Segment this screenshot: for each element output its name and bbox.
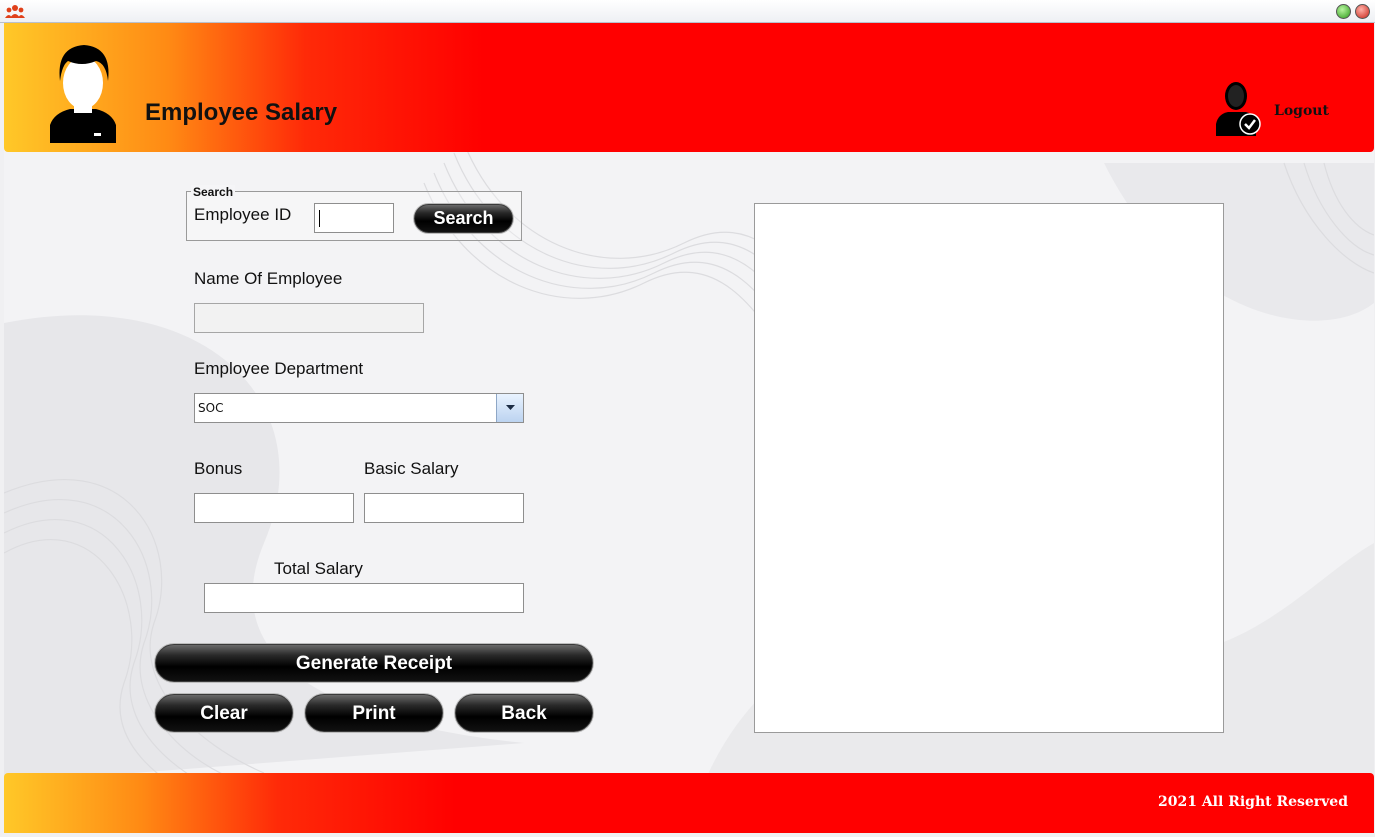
name-label: Name Of Employee: [194, 269, 343, 288]
employee-id-input[interactable]: [314, 203, 394, 233]
clear-label: Clear: [200, 703, 248, 724]
window-titlebar: [0, 0, 1375, 23]
employee-id-label: Employee ID: [194, 205, 292, 224]
total-salary-label: Total Salary: [274, 559, 363, 578]
logout-link[interactable]: Logout: [1274, 103, 1329, 119]
minimize-icon[interactable]: [1336, 4, 1351, 19]
back-label: Back: [501, 703, 547, 724]
footer-banner: 2021 All Right Reserved: [4, 773, 1374, 833]
text-cursor: [319, 210, 320, 227]
bonus-field[interactable]: [194, 493, 354, 523]
total-salary-field[interactable]: [204, 583, 524, 613]
page-title: Employee Salary: [145, 99, 338, 126]
generate-receipt-label: Generate Receipt: [295, 653, 453, 674]
department-label: Employee Department: [194, 359, 364, 378]
back-button[interactable]: Back: [455, 694, 593, 732]
bonus-label: Bonus: [194, 459, 243, 478]
person-icon: [50, 45, 116, 143]
department-selected-value: SOC: [198, 401, 224, 415]
close-icon[interactable]: [1355, 4, 1370, 19]
search-legend: Search: [191, 185, 236, 199]
main-frame: Employee Salary Logout Search Employee I…: [4, 23, 1374, 833]
search-button[interactable]: Search: [414, 204, 513, 233]
group-icon: [5, 5, 25, 18]
department-select[interactable]: SOC: [194, 393, 524, 423]
header-banner: Employee Salary Logout: [4, 23, 1374, 152]
name-field[interactable]: [194, 303, 424, 333]
user-check-icon[interactable]: [1214, 80, 1266, 136]
dropdown-button[interactable]: [496, 394, 523, 422]
basic-salary-field[interactable]: [364, 493, 524, 523]
generate-receipt-button[interactable]: Generate Receipt: [155, 644, 593, 682]
clear-button[interactable]: Clear: [155, 694, 293, 732]
basic-salary-label: Basic Salary: [364, 459, 459, 478]
copyright-text: 2021 All Right Reserved: [1157, 794, 1348, 810]
print-label: Print: [352, 703, 396, 724]
chevron-down-icon: [506, 405, 515, 410]
print-button[interactable]: Print: [305, 694, 443, 732]
receipt-text-area[interactable]: [754, 203, 1224, 733]
search-button-label: Search: [433, 208, 494, 228]
